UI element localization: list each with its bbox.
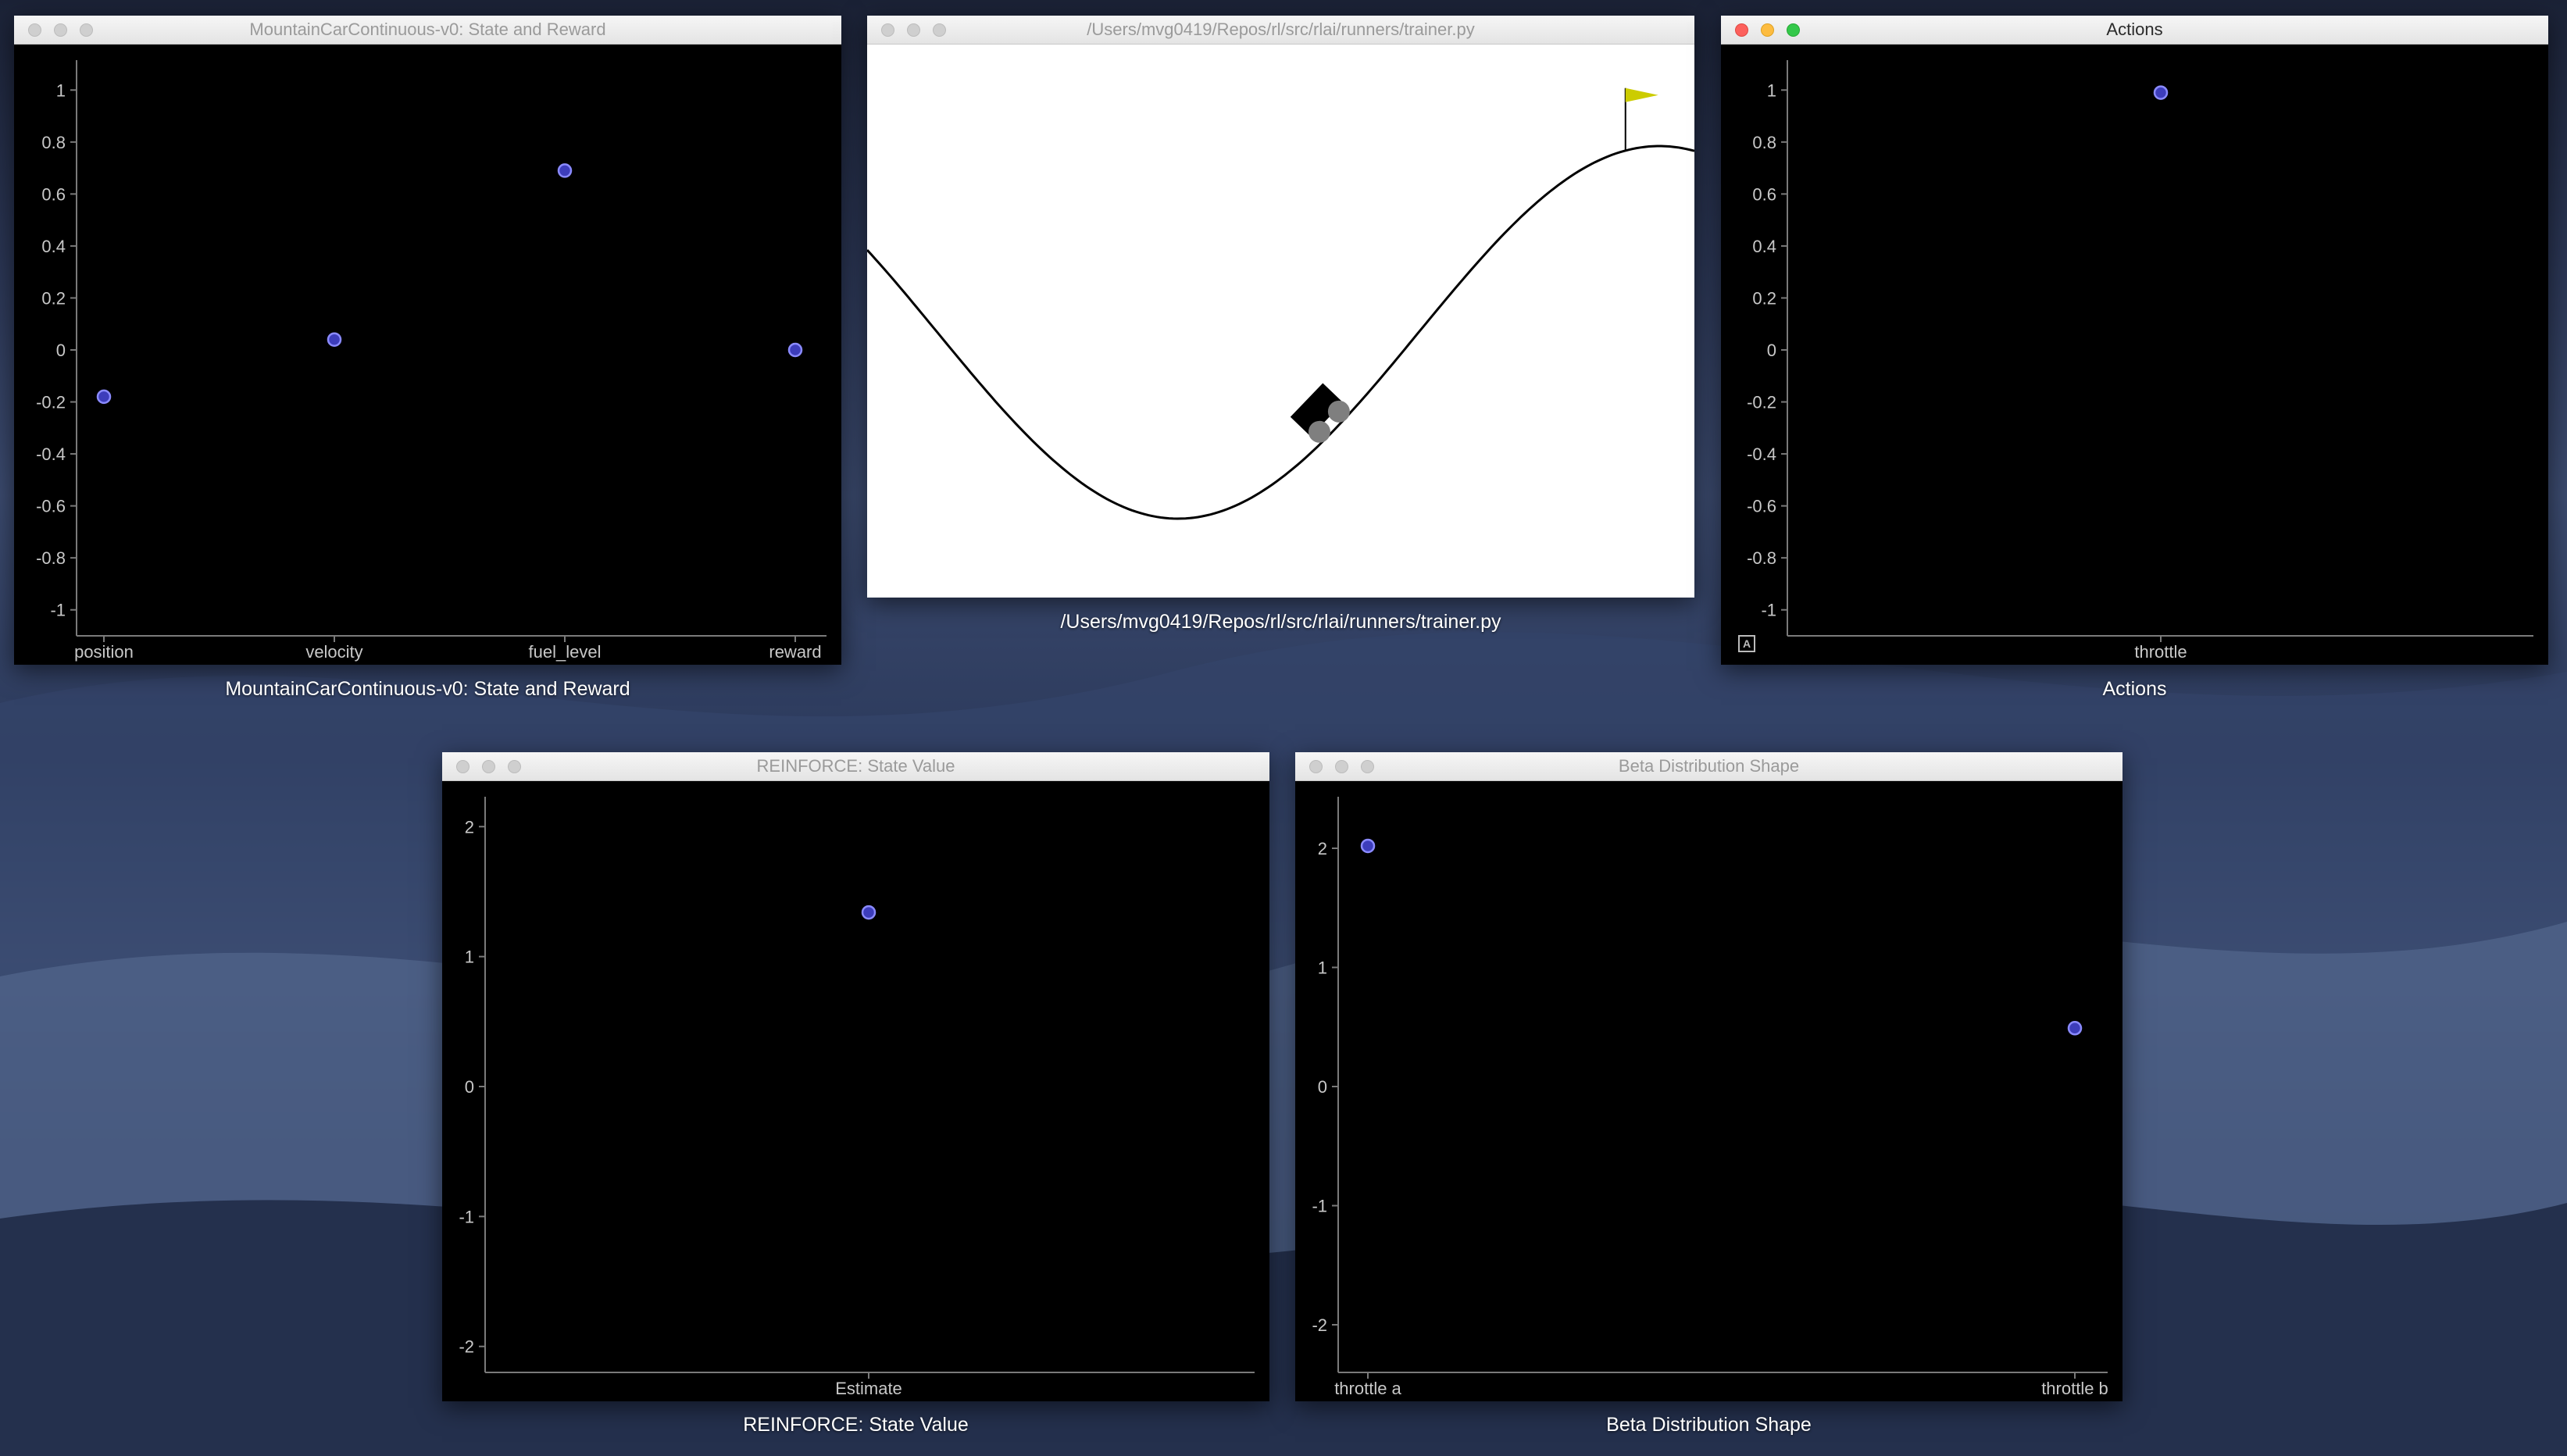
window-title: Beta Distribution Shape [1618,756,1800,776]
data-point [1360,838,1376,854]
y-tick-label: -0.6 [1747,497,1776,516]
state-value-chart: 2 1 0 -1 -2 Estimate [459,797,1255,1398]
close-button[interactable] [1735,23,1748,37]
minimize-button[interactable] [482,760,495,773]
state-reward-chart: 1 0.8 0.6 0.4 0.2 0 -0.2 -0.4 -0.6 -0.8 -1 position… [36,60,827,662]
y-tick-label: 1 [465,947,474,967]
state-value-caption: REINFORCE: State Value [743,1414,969,1436]
data-point [2067,1021,2083,1036]
state-value-plot-area: 2 1 0 -1 -2 Estimate [442,781,1269,1401]
render-canvas [867,45,1694,598]
beta-shape-caption: Beta Distribution Shape [1606,1414,1812,1436]
y-tick-label: 0.6 [1752,184,1776,204]
mountain-track [867,145,1694,520]
x-tick-label: reward [769,642,821,662]
y-tick-label: -2 [1312,1315,1327,1335]
close-button[interactable] [456,760,469,773]
y-tick-label: -0.8 [36,548,66,568]
y-tick-label: 1 [1318,958,1327,978]
data-point [96,389,112,405]
zoom-button[interactable] [933,23,946,37]
y-tick-label: -0.4 [1747,444,1776,464]
minimize-button[interactable] [1335,760,1348,773]
close-button[interactable] [28,23,41,37]
goal-flag [1625,87,1658,102]
y-tick-label: 0.4 [41,237,66,256]
x-tick-label: throttle a [1334,1379,1401,1398]
x-tick-label: Estimate [835,1379,902,1398]
window-title: REINFORCE: State Value [756,756,955,776]
minimize-button[interactable] [907,23,920,37]
y-tick-label: -1 [50,601,66,620]
state-reward-caption: MountainCarContinuous-v0: State and Rewa… [225,678,630,700]
y-tick-label: 2 [465,817,474,837]
auto-range-button[interactable]: A [1738,635,1755,652]
x-tick-label: throttle [2134,642,2187,662]
y-tick-label: -0.2 [1747,393,1776,412]
y-tick-label: 0 [1767,341,1776,360]
minimize-button[interactable] [54,23,67,37]
zoom-button[interactable] [1787,23,1800,37]
y-tick-label: 1 [1767,80,1776,100]
data-point [557,163,573,178]
data-point [861,905,876,920]
window-title: /Users/mvg0419/Repos/rl/src/rlai/runners… [1087,20,1475,39]
render-window[interactable]: /Users/mvg0419/Repos/rl/src/rlai/runners… [867,16,1694,598]
y-tick-label: 0.8 [1752,133,1776,152]
close-button[interactable] [1309,760,1323,773]
data-point [2153,85,2169,100]
y-tick-label: -1 [459,1207,474,1226]
y-tick-label: 0.2 [41,288,66,308]
beta-shape-plot-area: 2 1 0 -1 -2 throttle a throttle b [1295,781,2123,1401]
y-tick-label: 0.4 [1752,237,1776,256]
y-tick-label: -0.2 [36,393,66,412]
beta-shape-window[interactable]: Beta Distribution Shape 2 1 0 -1 -2 throttle … [1295,752,2123,1401]
beta-shape-titlebar[interactable]: Beta Distribution Shape [1295,752,2123,781]
y-tick-label: 0.6 [41,184,66,204]
y-tick-label: -1 [1761,601,1776,620]
zoom-button[interactable] [1361,760,1374,773]
actions-caption: Actions [2102,678,2167,700]
state-value-window[interactable]: REINFORCE: State Value 2 1 0 -1 -2 Estimate [442,752,1269,1401]
render-titlebar[interactable]: /Users/mvg0419/Repos/rl/src/rlai/runners… [867,16,1694,45]
actions-titlebar[interactable]: Actions [1721,16,2548,45]
zoom-button[interactable] [508,760,521,773]
y-tick-label: 0.8 [41,133,66,152]
mountain-car-scene [867,87,1694,520]
x-tick-label: fuel_level [529,642,602,662]
data-point [327,332,342,347]
y-tick-label: -2 [459,1337,474,1357]
x-tick-label: position [74,642,134,662]
y-tick-label: 2 [1318,839,1327,858]
actions-plot-area: 1 0.8 0.6 0.4 0.2 0 -0.2 -0.4 -0.6 -0.8 -1 throttle… [1721,45,2548,665]
state-reward-plot-area: 1 0.8 0.6 0.4 0.2 0 -0.2 -0.4 -0.6 -0.8 -1 position… [14,45,841,665]
y-tick-label: -0.6 [36,497,66,516]
beta-shape-chart: 2 1 0 -1 -2 throttle a throttle b [1312,797,2108,1398]
actions-window[interactable]: Actions 1 0.8 0.6 0.4 0.2 0 -0.2 -0.4 -0.6 -0.8 -1… [1721,16,2548,665]
x-tick-label: throttle b [2041,1379,2108,1398]
y-tick-label: 0 [56,341,66,360]
state-value-titlebar[interactable]: REINFORCE: State Value [442,752,1269,781]
minimize-button[interactable] [1761,23,1774,37]
close-button[interactable] [881,23,894,37]
zoom-button[interactable] [80,23,93,37]
x-tick-label: velocity [305,642,362,662]
y-tick-label: 0 [1318,1077,1327,1097]
state-reward-window[interactable]: MountainCarContinuous-v0: State and Rewa… [14,16,841,665]
window-title: MountainCarContinuous-v0: State and Rewa… [249,20,606,39]
y-tick-label: -0.4 [36,444,66,464]
y-tick-label: -1 [1312,1197,1327,1216]
state-reward-titlebar[interactable]: MountainCarContinuous-v0: State and Rewa… [14,16,841,45]
window-title: Actions [2106,20,2163,39]
y-tick-label: 0 [465,1077,474,1097]
actions-chart: 1 0.8 0.6 0.4 0.2 0 -0.2 -0.4 -0.6 -0.8 -1 throttle [1747,60,2533,662]
y-tick-label: -0.8 [1747,548,1776,568]
car [1290,383,1350,443]
y-tick-label: 1 [56,80,66,100]
data-point [787,342,803,358]
render-caption: /Users/mvg0419/Repos/rl/src/rlai/runners… [1060,611,1501,633]
y-tick-label: 0.2 [1752,288,1776,308]
